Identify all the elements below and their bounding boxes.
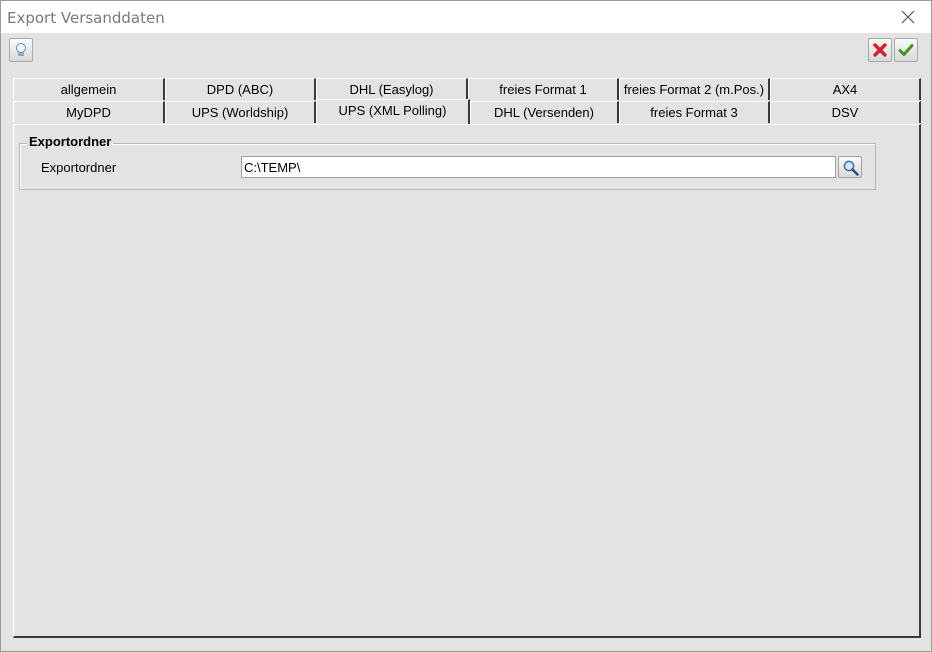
tab-panel: Exportordner Exportordner [13, 124, 921, 638]
title-bar: Export Versanddaten [1, 1, 931, 33]
tab-mydpd[interactable]: MyDPD [13, 101, 165, 123]
cancel-icon [873, 43, 887, 57]
tab-ax4[interactable]: AX4 [770, 78, 921, 100]
tab-freies-format-2[interactable]: freies Format 2 (m.Pos.) [619, 78, 770, 100]
tab-ups-xml-polling[interactable]: UPS (XML Polling) [316, 99, 470, 124]
tab-dhl-easylog[interactable]: DHL (Easylog) [316, 78, 468, 100]
export-folder-input[interactable] [241, 156, 836, 178]
group-title: Exportordner [27, 134, 114, 149]
toolbar [1, 33, 931, 69]
dialog-window: Export Versanddaten allgemein DPD (ABC) … [0, 0, 932, 652]
tab-dhl-versenden[interactable]: DHL (Versenden) [470, 101, 619, 123]
ok-button[interactable] [894, 38, 918, 62]
hint-button[interactable] [9, 38, 33, 62]
close-icon[interactable] [893, 5, 923, 29]
export-folder-group: Exportordner Exportordner [19, 134, 876, 190]
magnifier-icon [843, 160, 859, 176]
window-title: Export Versanddaten [7, 9, 165, 27]
tab-ups-worldship[interactable]: UPS (Worldship) [165, 101, 316, 123]
browse-button[interactable] [838, 156, 862, 178]
tab-freies-format-1[interactable]: freies Format 1 [468, 78, 619, 100]
tab-dsv[interactable]: DSV [770, 101, 921, 123]
tab-freies-format-3[interactable]: freies Format 3 [619, 101, 770, 123]
tab-dpd-abc[interactable]: DPD (ABC) [165, 78, 316, 100]
checkmark-icon [898, 44, 914, 56]
tab-strip: allgemein DPD (ABC) DHL (Easylog) freies… [13, 78, 921, 125]
lightbulb-icon [16, 43, 26, 56]
cancel-button[interactable] [868, 38, 892, 62]
export-folder-label: Exportordner [41, 160, 117, 175]
tab-allgemein[interactable]: allgemein [13, 78, 165, 100]
